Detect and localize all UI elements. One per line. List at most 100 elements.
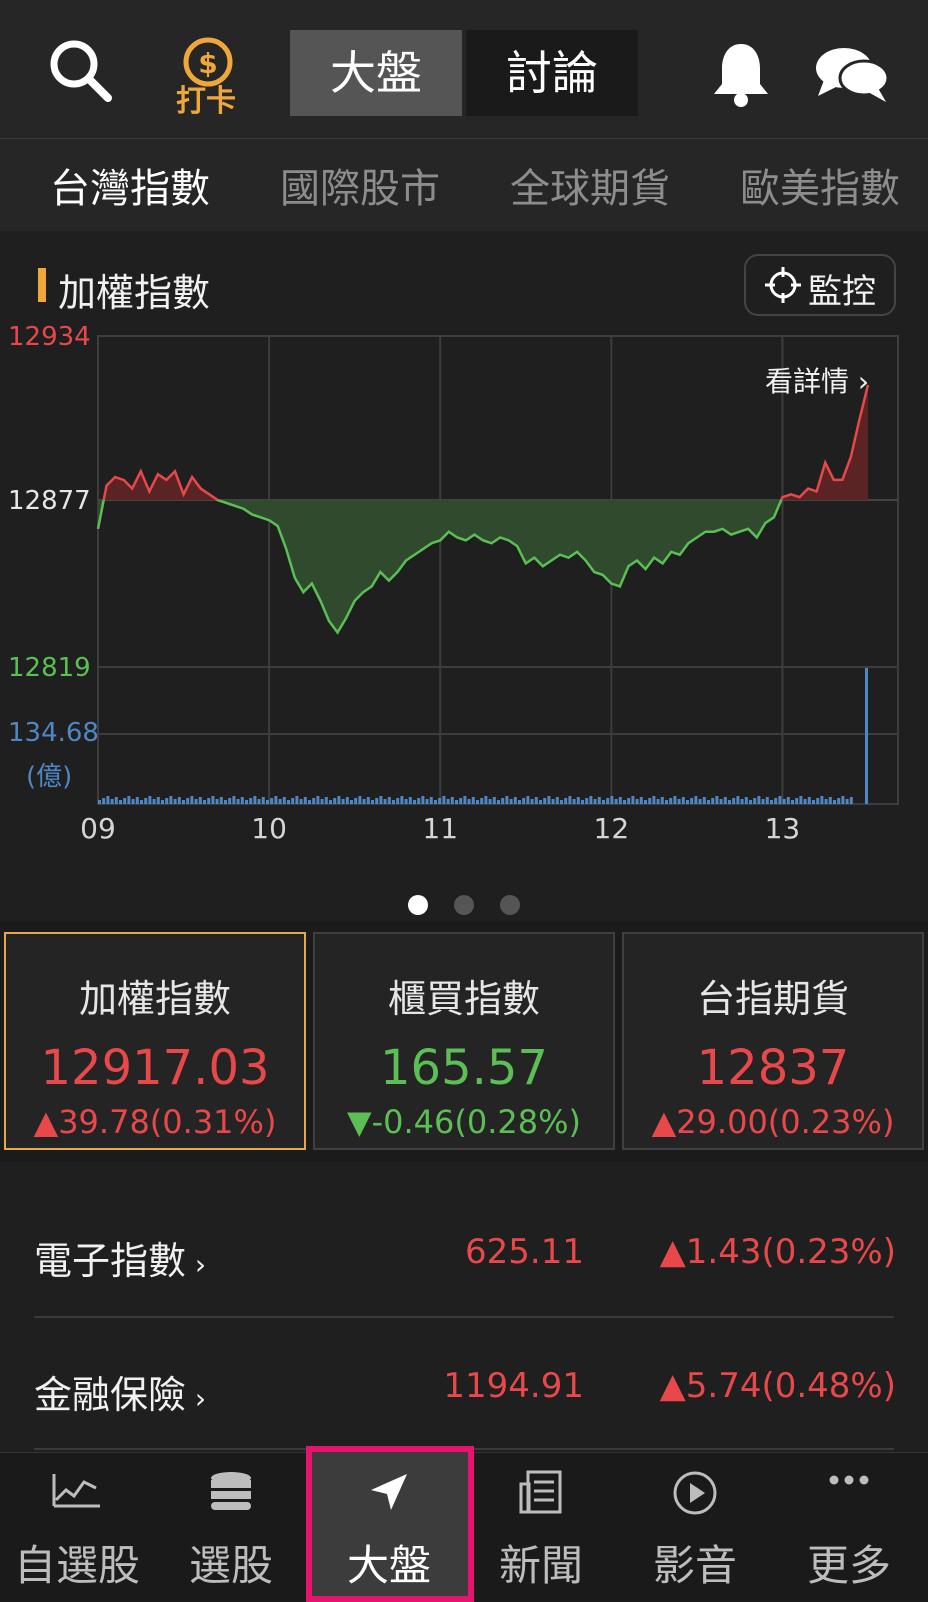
volume-bar: [593, 799, 597, 804]
volume-bar: [291, 798, 295, 804]
volume-bar: [127, 796, 131, 804]
volume-bar: [455, 800, 458, 804]
volume-bar: [203, 800, 206, 804]
volume-bar: [749, 800, 752, 804]
volume-bar: [400, 796, 404, 804]
volume-bar: [576, 797, 580, 804]
volume-bar: [119, 800, 122, 804]
volume-bar: [803, 799, 807, 804]
volume-bar: [434, 800, 437, 804]
volume-bar: [341, 799, 345, 804]
volume-bar: [618, 797, 622, 804]
volume-unit: (億): [26, 762, 73, 792]
volume-bar: [228, 798, 232, 804]
volume-bar: [833, 800, 836, 804]
volume-bar: [543, 798, 547, 804]
volume-bar: [471, 797, 475, 804]
volume-bar: [106, 796, 110, 804]
volume-bar: [492, 797, 496, 804]
nav-news[interactable]: 新聞: [464, 1532, 618, 1593]
volume-bar: [295, 796, 299, 804]
volume-bar: [837, 798, 841, 804]
volume-bar: [791, 800, 794, 804]
volume-bar: [698, 799, 702, 804]
more-dots-icon: [772, 1470, 926, 1494]
volume-bar: [513, 797, 517, 804]
tab-international-stocks[interactable]: 國際股市: [280, 156, 440, 214]
segment-discussion[interactable]: 討論: [466, 30, 638, 116]
tab-taiwan-index[interactable]: 台灣指數: [50, 156, 210, 214]
volume-bar: [770, 800, 773, 804]
chart-title: 加權指數: [58, 271, 211, 315]
search-icon[interactable]: [46, 36, 116, 106]
segment-market[interactable]: 大盤: [290, 30, 462, 116]
volume-bar: [274, 796, 278, 804]
crosshair-icon: [764, 266, 802, 304]
volume-bar: [631, 796, 635, 804]
volume-bar: [316, 796, 320, 804]
coins-stack-icon: [154, 1470, 308, 1516]
top-bar: [0, 0, 928, 139]
volume-bar: [429, 797, 433, 804]
volume-bar: [723, 797, 727, 804]
volume-bar: [354, 798, 358, 804]
volume-bar: [358, 796, 362, 804]
details-link[interactable]: 看詳情 ›: [765, 360, 869, 400]
volume-bar: [337, 796, 341, 804]
volume-bar: [110, 799, 114, 804]
nav-more[interactable]: 更多: [772, 1532, 926, 1593]
volume-bar: [597, 797, 601, 804]
volume-bar: [707, 800, 710, 804]
newspaper-icon: [464, 1470, 618, 1518]
volume-bar: [329, 800, 332, 804]
volume-bar: [102, 798, 106, 804]
volume-bar: [165, 798, 169, 804]
volume-bar: [795, 798, 799, 804]
tab-global-futures[interactable]: 全球期貨: [510, 156, 670, 214]
volume-bar: [677, 799, 681, 804]
volume-bar: [387, 797, 391, 804]
volume-bar: [551, 799, 555, 804]
volume-bar: [350, 800, 353, 804]
volume-bar: [446, 799, 450, 804]
volume-bar: [194, 799, 198, 804]
volume-bar: [413, 800, 416, 804]
index-chart[interactable]: 12934 12877 12819 09 10 11 12 13: [0, 320, 928, 860]
volume-bar: [320, 799, 324, 804]
volume-bar: [652, 796, 656, 804]
volume-bar: [442, 796, 446, 804]
pager-dot-1[interactable]: [408, 895, 428, 915]
volume-bar: [148, 796, 152, 804]
volume-bar: [177, 797, 181, 804]
tab-euro-us-index[interactable]: 歐美指數: [740, 156, 900, 214]
pager-dot-3[interactable]: [500, 895, 520, 915]
pager-dot-2[interactable]: [454, 895, 474, 915]
x-tick-label: 12: [594, 812, 630, 845]
volume-bar: [156, 797, 160, 804]
chevron-right-icon: ›: [849, 365, 870, 398]
volume-bar: [560, 800, 563, 804]
nav-market[interactable]: 大盤: [312, 1532, 466, 1593]
card-value: 12837: [696, 1040, 850, 1096]
volume-bar: [383, 799, 387, 804]
volume-bar: [240, 797, 244, 804]
card-change: ▲29.00(0.23%): [651, 1103, 895, 1141]
bell-icon[interactable]: [706, 38, 776, 108]
nav-stock-screener[interactable]: 選股: [154, 1532, 308, 1593]
nav-video[interactable]: 影音: [618, 1532, 772, 1593]
nav-watchlist[interactable]: 自選股: [0, 1532, 154, 1593]
checkin-icon[interactable]: $ 打卡: [168, 36, 244, 119]
volume-bar: [614, 799, 618, 804]
volume-bar: [161, 800, 164, 804]
volume-bar: [140, 800, 143, 804]
volume-bar: [799, 796, 803, 804]
card-value: 165.57: [380, 1040, 548, 1096]
volume-bar: [648, 798, 652, 804]
volume-bar: [774, 798, 778, 804]
volume-bar: [681, 797, 685, 804]
volume-bar: [375, 798, 379, 804]
volume-bar: [207, 798, 211, 804]
sector-value: 1194.91: [443, 1366, 584, 1406]
chat-icon[interactable]: [814, 44, 890, 108]
x-tick-label: 09: [80, 812, 116, 845]
